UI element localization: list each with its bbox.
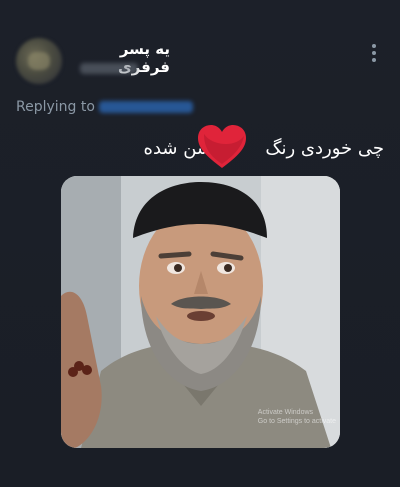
more-vertical-icon[interactable] [366, 42, 382, 64]
replying-to-line: Replying to [16, 99, 193, 115]
more-dot [372, 51, 376, 55]
watermark-line-1: Activate Windows [257, 409, 314, 416]
tweet-text: چی خوردی رنگروشن شده [144, 138, 384, 159]
more-dot [372, 44, 376, 48]
replying-to-handle-redacted[interactable] [98, 101, 193, 113]
tweet-text-part-1: چی خوردی رنگ [265, 138, 384, 159]
red-heart-redaction-icon [198, 125, 246, 168]
media-watermark: Activate Windows Go to Settings to activ… [258, 408, 336, 426]
tweet-card: یه پسر فرفری Replying to چی خوردی رنگروش… [0, 0, 400, 487]
avatar[interactable] [16, 38, 62, 84]
replying-label: Replying to [16, 99, 95, 115]
watermark-line-2: Go to Settings to activate [257, 418, 336, 425]
tweet-media-image[interactable]: Activate Windows Go to Settings to activ… [61, 176, 340, 448]
user-handle-redacted [80, 63, 138, 74]
more-dot [372, 58, 376, 62]
